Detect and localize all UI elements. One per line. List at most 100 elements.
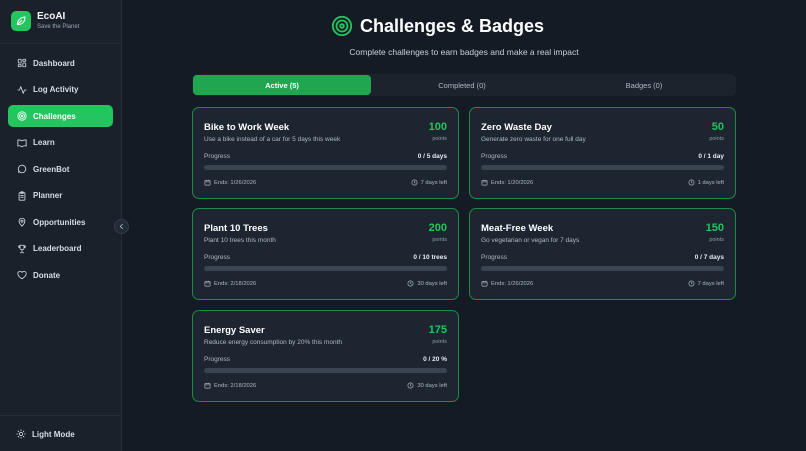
sidebar-nav: Dashboard Log Activity Challenges Learn … xyxy=(8,52,113,291)
points-label: points xyxy=(709,237,724,243)
sidebar-item-label: Challenges xyxy=(33,111,76,121)
challenge-points: 150 xyxy=(705,222,724,234)
clock-icon xyxy=(688,179,695,186)
progress-value: 0 / 10 trees xyxy=(413,254,447,261)
challenge-description: Plant 10 trees this month xyxy=(204,237,276,244)
progress-label: Progress xyxy=(481,254,508,261)
chat-icon xyxy=(16,163,28,175)
calendar-icon xyxy=(481,179,488,186)
calendar-icon xyxy=(481,280,488,287)
sidebar-item-donate[interactable]: Donate xyxy=(8,264,113,286)
sidebar-item-label: Planner xyxy=(33,191,63,200)
activity-icon xyxy=(16,84,28,96)
challenge-points: 175 xyxy=(428,324,447,336)
challenge-description: Reduce energy consumption by 20% this mo… xyxy=(204,339,343,346)
end-date-text: Ends: 2/18/2026 xyxy=(214,280,257,287)
sidebar-item-label: GreenBot xyxy=(33,164,70,174)
sun-icon xyxy=(15,428,27,440)
target-icon xyxy=(16,110,28,122)
brand-name: EcoAI xyxy=(37,11,66,22)
sidebar-item-label: Donate xyxy=(33,270,61,280)
progress-bar xyxy=(204,368,447,373)
sidebar-item-opportunities[interactable]: Opportunities xyxy=(8,211,113,233)
challenge-points: 200 xyxy=(428,222,447,234)
sidebar-item-learn[interactable]: Learn xyxy=(8,132,113,154)
tab-active[interactable]: Active (5) xyxy=(193,75,371,95)
end-date-text: Ends: 1/26/2026 xyxy=(491,280,534,287)
chevron-left-icon xyxy=(119,224,123,229)
end-date-text: Ends: 1/20/2026 xyxy=(491,179,534,186)
progress-value: 0 / 5 days xyxy=(417,153,447,160)
main-content: Challenges & Badges Complete challenges … xyxy=(122,0,806,451)
end-date: Ends: 1/26/2026 xyxy=(204,179,256,186)
time-left-text: 30 days left xyxy=(417,280,447,287)
challenge-card[interactable]: Plant 10 Trees Plant 10 trees this month… xyxy=(192,208,459,300)
sidebar-item-log-activity[interactable]: Log Activity xyxy=(8,79,113,101)
time-left-text: 7 days left xyxy=(420,179,447,186)
progress-bar xyxy=(481,266,724,271)
time-left-text: 1 days left xyxy=(697,179,724,186)
time-left: 1 days left xyxy=(688,179,724,186)
sidebar-item-greenbot[interactable]: GreenBot xyxy=(8,158,113,180)
challenge-points: 50 xyxy=(711,121,724,133)
brand-tagline: Save the Planet xyxy=(37,24,80,30)
points-label: points xyxy=(709,136,724,142)
tab-bar: Active (5) Completed (0) Badges (0) xyxy=(192,74,736,96)
book-icon xyxy=(16,137,28,149)
clock-icon xyxy=(407,280,414,287)
sidebar: EcoAI Save the Planet Dashboard Log Acti… xyxy=(0,0,122,451)
challenge-title: Zero Waste Day xyxy=(481,122,552,133)
calendar-icon xyxy=(204,179,211,186)
challenge-title: Meat-Free Week xyxy=(481,223,554,234)
sidebar-item-label: Opportunities xyxy=(33,217,86,227)
challenge-card[interactable]: Zero Waste Day Generate zero waste for o… xyxy=(469,107,736,199)
time-left: 7 days left xyxy=(411,179,447,186)
sidebar-item-dashboard[interactable]: Dashboard xyxy=(8,52,113,74)
clock-icon xyxy=(688,280,695,287)
page-subtitle: Complete challenges to earn badges and m… xyxy=(349,47,579,57)
trophy-icon xyxy=(16,243,28,255)
points-label: points xyxy=(432,237,447,243)
challenge-description: Generate zero waste for one full day xyxy=(481,136,586,143)
sidebar-item-label: Log Activity xyxy=(33,85,79,94)
grid-icon xyxy=(16,57,28,69)
end-date: Ends: 2/18/2026 xyxy=(204,280,256,287)
challenge-title: Bike to Work Week xyxy=(204,122,290,133)
time-left: 30 days left xyxy=(407,382,447,389)
progress-label: Progress xyxy=(481,153,508,160)
sidebar-item-label: Leaderboard xyxy=(33,244,82,253)
divider xyxy=(0,43,121,44)
progress-label: Progress xyxy=(204,356,231,363)
brand[interactable]: EcoAI Save the Planet xyxy=(11,11,79,31)
sidebar-item-label: Dashboard xyxy=(33,58,75,68)
light-mode-toggle[interactable]: Light Mode xyxy=(8,424,113,444)
leaf-icon xyxy=(11,11,31,31)
collapse-sidebar-button[interactable] xyxy=(114,219,129,234)
challenge-card[interactable]: Bike to Work Week Use a bike instead of … xyxy=(192,107,459,199)
tab-badges[interactable]: Badges (0) xyxy=(553,75,735,95)
sidebar-item-challenges[interactable]: Challenges xyxy=(8,105,113,127)
challenge-description: Go vegetarian or vegan for 7 days xyxy=(481,237,580,244)
map-pin-icon xyxy=(16,216,28,228)
challenge-points: 100 xyxy=(428,121,447,133)
challenge-card[interactable]: Energy Saver Reduce energy consumption b… xyxy=(192,310,459,402)
time-left-text: 30 days left xyxy=(417,382,447,389)
divider xyxy=(0,415,121,416)
calendar-icon xyxy=(204,280,211,287)
challenge-title: Energy Saver xyxy=(204,325,265,336)
sidebar-item-leaderboard[interactable]: Leaderboard xyxy=(8,238,113,260)
sidebar-item-planner[interactable]: Planner xyxy=(8,185,113,207)
time-left: 7 days left xyxy=(688,280,724,287)
progress-bar xyxy=(204,165,447,170)
calendar-icon xyxy=(204,382,211,389)
progress-value: 0 / 7 days xyxy=(694,254,724,261)
tab-completed[interactable]: Completed (0) xyxy=(371,75,553,95)
target-icon xyxy=(331,15,353,37)
progress-label: Progress xyxy=(204,254,231,261)
clipboard-icon xyxy=(16,190,28,202)
progress-value: 0 / 20 % xyxy=(423,356,447,363)
challenge-card[interactable]: Meat-Free Week Go vegetarian or vegan fo… xyxy=(469,208,736,300)
challenge-title: Plant 10 Trees xyxy=(204,223,268,234)
progress-value: 0 / 1 day xyxy=(698,153,724,160)
progress-bar xyxy=(481,165,724,170)
